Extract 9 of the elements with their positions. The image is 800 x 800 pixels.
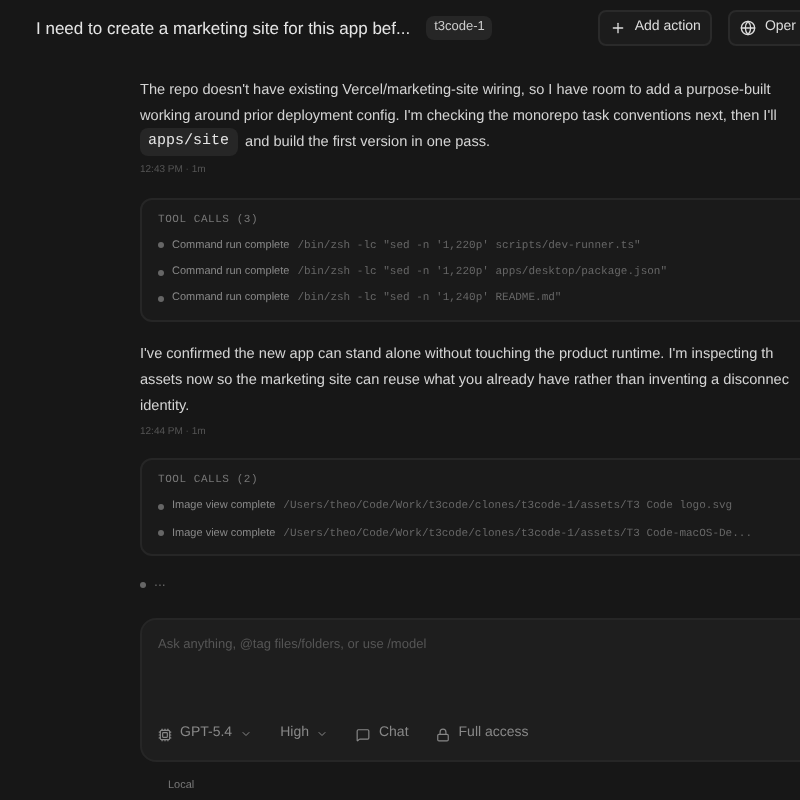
caret-icon <box>316 728 329 740</box>
plus-icon <box>610 20 627 36</box>
control-icon <box>436 727 451 741</box>
control-icon <box>356 727 371 741</box>
globe-icon <box>740 20 757 36</box>
caret-icon <box>240 728 253 740</box>
spinner-icon <box>140 581 146 587</box>
control-icon <box>158 727 172 741</box>
thread-title: I need to create a marketing site for this app bef... <box>36 15 411 41</box>
